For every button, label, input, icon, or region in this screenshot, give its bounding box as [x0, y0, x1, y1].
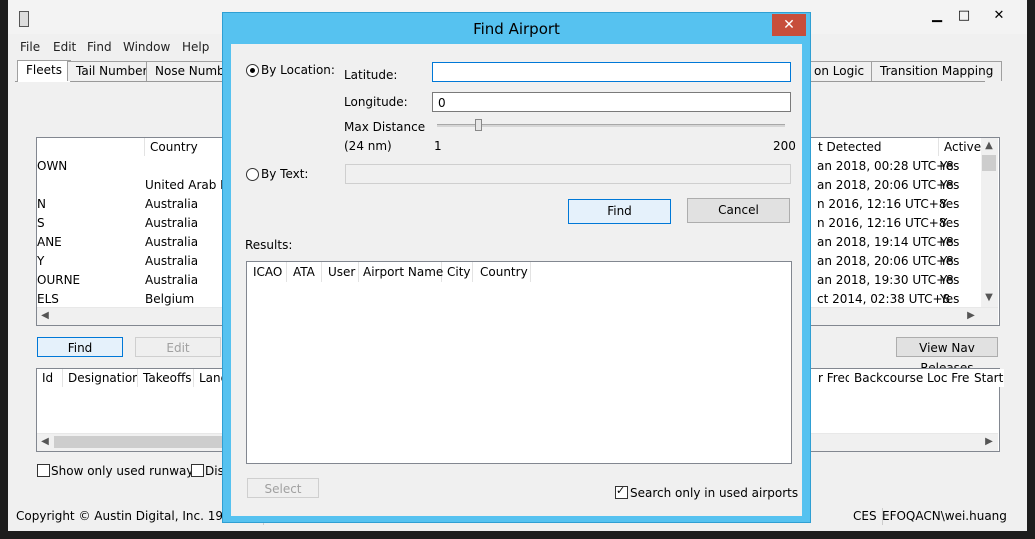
search-used-only-label[interactable]: Search only in used airports: [630, 486, 798, 500]
find-airport-dialog: Find Airport ✕ By Location: Latitude: Lo…: [222, 12, 811, 523]
tab-tail-number[interactable]: Tail Number: [67, 61, 157, 81]
column-header-designation[interactable]: Designation: [63, 369, 138, 387]
find-button[interactable]: Find: [37, 337, 123, 357]
longitude-input[interactable]: 0: [432, 92, 791, 112]
edit-button[interactable]: Edit: [135, 337, 221, 357]
by-location-radio[interactable]: [246, 64, 259, 77]
view-nav-releases-button[interactable]: View Nav Releases: [896, 337, 998, 375]
close-icon[interactable]: ✕: [772, 14, 806, 36]
show-used-runways-label: Show only used runways: [51, 464, 200, 478]
table-row-country[interactable]: Australia: [145, 195, 198, 214]
table-row-detected[interactable]: an 2018, 20:06 UTC+8: [817, 252, 954, 271]
minimize-button[interactable]: ▁: [922, 6, 952, 26]
scroll-left-icon[interactable]: ◀: [37, 434, 53, 450]
slider-max-label: 200: [773, 139, 796, 153]
status-user: EFOQACN\wei.huang: [882, 509, 1007, 523]
table-row-detected[interactable]: an 2018, 20:06 UTC+8: [817, 176, 954, 195]
column-header-name[interactable]: [37, 138, 145, 156]
table-row-name[interactable]: OURNE: [37, 271, 80, 290]
table-row-name[interactable]: ANE: [37, 233, 62, 252]
app-icon: [19, 11, 29, 27]
menu-find[interactable]: Find: [87, 37, 112, 57]
dialog-find-button[interactable]: Find: [568, 199, 671, 224]
column-header-start[interactable]: Start: [969, 369, 1004, 387]
by-text-input[interactable]: [345, 164, 791, 184]
column-header-airport-name[interactable]: Airport Name: [357, 262, 443, 282]
scroll-up-icon[interactable]: ▲: [981, 138, 997, 154]
column-header-id[interactable]: Id: [37, 369, 63, 387]
column-header-country[interactable]: Country: [145, 138, 231, 156]
column-header-ata[interactable]: ATA: [287, 262, 322, 282]
table-row-detected[interactable]: an 2018, 19:14 UTC+8: [817, 233, 954, 252]
menu-file[interactable]: File: [20, 37, 40, 57]
table-row-active[interactable]: Yes: [940, 176, 959, 195]
scroll-thumb[interactable]: [982, 155, 996, 171]
latitude-input[interactable]: [432, 62, 791, 82]
table-row-detected[interactable]: an 2018, 00:28 UTC+8: [817, 157, 954, 176]
tab-transition-mapping[interactable]: Transition Mapping: [871, 61, 1003, 81]
scroll-left-icon[interactable]: ◀: [37, 308, 53, 324]
close-button[interactable]: ✕: [984, 6, 1014, 26]
table-row-country[interactable]: United Arab Er: [145, 176, 233, 195]
max-distance-slider[interactable]: [437, 124, 785, 127]
column-header-active[interactable]: Active: [939, 138, 985, 156]
search-used-only-checkbox[interactable]: [615, 484, 628, 499]
column-header-freq[interactable]: r Freq: [813, 369, 853, 387]
column-header-takeoffs[interactable]: Takeoffs: [138, 369, 194, 387]
menu-help[interactable]: Help: [182, 37, 209, 57]
by-location-label[interactable]: By Location:: [261, 63, 335, 77]
table-row-country[interactable]: Australia: [145, 233, 198, 252]
max-distance-label: Max Distance: [344, 120, 426, 134]
dialog-cancel-button[interactable]: Cancel: [687, 198, 790, 223]
table-row-name[interactable]: OWN: [37, 157, 67, 176]
table-row-active[interactable]: Yes: [940, 195, 959, 214]
table-row-active[interactable]: Yes: [940, 214, 959, 233]
column-header-detected[interactable]: t Detected: [813, 138, 939, 156]
column-header-backcourse-loc-freq[interactable]: Backcourse Loc Freq: [849, 369, 973, 387]
scroll-thumb[interactable]: [54, 436, 224, 448]
table-row-active[interactable]: Yes: [940, 271, 959, 290]
table-row-name[interactable]: N: [37, 195, 46, 214]
dialog-title: Find Airport: [473, 20, 560, 38]
menu-window[interactable]: Window: [123, 37, 170, 57]
select-button[interactable]: Select: [247, 478, 319, 498]
table-row-country[interactable]: Australia: [145, 214, 198, 233]
table-row-detected[interactable]: n 2016, 12:16 UTC+8: [817, 214, 946, 233]
scroll-down-icon[interactable]: ▼: [981, 290, 997, 306]
menu-edit[interactable]: Edit: [53, 37, 76, 57]
slider-min-label: 1: [434, 139, 442, 153]
tab-logic[interactable]: on Logic: [805, 61, 874, 81]
latitude-label: Latitude:: [344, 68, 398, 82]
results-header: ICAO ATA User Airport Name City Country: [247, 262, 791, 282]
table-row-country[interactable]: Australia: [145, 271, 198, 290]
column-header-icao[interactable]: ICAO: [247, 262, 287, 282]
by-text-label[interactable]: By Text:: [261, 167, 308, 181]
disp-checkbox[interactable]: [191, 464, 204, 477]
longitude-label: Longitude:: [344, 95, 408, 109]
results-label: Results:: [245, 238, 293, 252]
show-used-runways-checkbox[interactable]: [37, 464, 50, 477]
scroll-right-icon[interactable]: ▶: [981, 434, 997, 450]
table-row-active[interactable]: Yes: [940, 252, 959, 271]
by-text-radio[interactable]: [246, 168, 259, 181]
table-row-detected[interactable]: an 2018, 19:30 UTC+8: [817, 271, 954, 290]
max-distance-current: (24 nm): [344, 139, 392, 153]
dialog-body: By Location: Latitude: Longitude: 0 Max …: [231, 44, 802, 516]
column-header-city[interactable]: City: [441, 262, 473, 282]
maximize-button[interactable]: □: [949, 6, 979, 26]
column-header-country[interactable]: Country: [474, 262, 531, 282]
table-row-detected[interactable]: n 2016, 12:16 UTC+8: [817, 195, 946, 214]
table-row-country[interactable]: Australia: [145, 252, 198, 271]
scroll-right-icon[interactable]: ▶: [963, 308, 979, 324]
table-row-active[interactable]: Yes: [940, 233, 959, 252]
table-row-active[interactable]: Yes: [940, 157, 959, 176]
column-header-user[interactable]: User: [322, 262, 359, 282]
slider-thumb[interactable]: [475, 119, 483, 131]
tab-fleets[interactable]: Fleets: [17, 60, 71, 82]
results-table: ICAO ATA User Airport Name City Country: [246, 261, 792, 464]
table-row-name[interactable]: S: [37, 214, 45, 233]
vertical-scrollbar[interactable]: ▲ ▼: [981, 138, 998, 307]
table-row-name[interactable]: Y: [37, 252, 44, 271]
